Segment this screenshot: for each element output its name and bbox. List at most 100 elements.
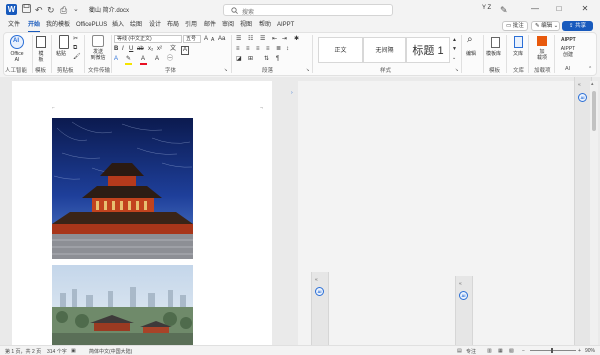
align-right-icon[interactable]: ≡ <box>256 46 260 53</box>
font-color-icon[interactable]: A <box>141 56 145 63</box>
show-marks-icon[interactable]: ¶ <box>276 56 279 63</box>
tab-draw[interactable]: 绘图 <box>130 21 142 30</box>
tab-home[interactable]: 开始 <box>28 21 41 32</box>
enclose-characters-icon[interactable]: ㊀ <box>167 56 173 63</box>
tab-mailings[interactable]: 邮件 <box>204 21 216 30</box>
customize-toolbar-icon[interactable]: ⌄ <box>73 4 79 16</box>
multilevel-list-icon[interactable]: ☰ <box>260 36 265 43</box>
search-input[interactable]: 搜索 <box>223 4 393 16</box>
read-mode-icon[interactable]: ▥ <box>487 348 492 354</box>
paragraph-dialog-launcher-icon[interactable]: ↘ <box>306 66 309 73</box>
template-icon[interactable] <box>36 36 46 48</box>
shrink-font-icon[interactable]: A <box>211 37 214 44</box>
styles-dialog-launcher-icon[interactable]: ↘ <box>455 66 458 73</box>
tab-layout[interactable]: 布局 <box>167 21 179 30</box>
tab-officeplus[interactable]: OfficePLUS <box>76 21 107 30</box>
zoom-in-icon[interactable]: + <box>578 348 581 354</box>
aippt-button-label[interactable]: AIPPT 创建 <box>558 46 578 58</box>
justify-icon[interactable]: ≡ <box>266 46 270 53</box>
increase-indent-icon[interactable]: ⇥ <box>282 36 287 43</box>
ai-assistant-icon[interactable]: AI <box>315 287 324 296</box>
italic-icon[interactable]: I <box>122 46 124 53</box>
close-button[interactable]: ✕ <box>578 2 592 16</box>
save-icon[interactable] <box>22 4 31 16</box>
photo-chinese-tower[interactable] <box>52 118 193 259</box>
scrollbar-thumb[interactable] <box>592 91 596 131</box>
grow-font-icon[interactable]: A <box>204 36 208 43</box>
aippt-icon[interactable]: AIPPT <box>561 37 576 44</box>
office-ai-icon[interactable]: AI <box>10 35 24 49</box>
editing-mode-button[interactable]: ✎ 编辑 ⌄ <box>531 21 560 31</box>
web-layout-icon[interactable]: ▧ <box>509 348 514 354</box>
line-spacing-icon[interactable]: ↕ <box>286 46 289 53</box>
focus-mode-button[interactable]: 专注 <box>466 348 476 355</box>
numbering-icon[interactable]: ☷ <box>248 36 253 43</box>
wechat-transfer-icon[interactable] <box>92 35 104 47</box>
collapse-icon[interactable]: « <box>315 277 318 283</box>
find-icon[interactable]: ⌕ <box>467 35 473 45</box>
wechat-transfer-button-label[interactable]: 发送 到微信 <box>89 49 107 61</box>
ai-assistant-icon[interactable]: AI <box>459 291 468 300</box>
cut-icon[interactable]: ✂ <box>73 36 78 43</box>
document-library-icon[interactable] <box>514 36 523 48</box>
highlight-icon[interactable]: ✎ <box>126 56 131 63</box>
template-button-label[interactable]: 模 板 <box>36 51 46 63</box>
text-effects-icon[interactable]: A <box>114 56 118 63</box>
tab-my-templates[interactable]: 我的模板 <box>46 21 70 30</box>
expand-pane-icon[interactable]: › <box>291 90 293 97</box>
document-library-button-label[interactable]: 文库 <box>513 50 523 57</box>
tab-file[interactable]: 文件 <box>8 21 20 30</box>
phonetic-guide-icon[interactable]: 文 <box>170 46 176 53</box>
change-case-icon[interactable]: Aa <box>218 36 225 43</box>
bullets-icon[interactable]: ☰ <box>236 36 241 43</box>
style-no-spacing[interactable]: 无间隔 <box>363 37 406 63</box>
style-normal[interactable]: 正文 <box>318 37 363 63</box>
page-count-status[interactable]: 第 1 页，共 2 页 <box>5 348 41 355</box>
template-library-button-label[interactable]: 模板库 <box>486 50 501 57</box>
font-name-select[interactable]: 等线 (中文正文) <box>114 35 182 43</box>
tab-view[interactable]: 视图 <box>240 21 252 30</box>
comment-button[interactable]: ▭ 批注 <box>502 21 528 31</box>
chinese-layout-icon[interactable]: ✱ <box>294 36 299 43</box>
pen-icon[interactable]: ✎ <box>500 4 508 16</box>
distributed-icon[interactable]: ≣ <box>276 46 281 53</box>
align-center-icon[interactable]: ≡ <box>246 46 250 53</box>
share-button[interactable]: ⇪ 共享 <box>562 21 593 31</box>
paste-icon[interactable] <box>59 35 69 49</box>
redo-icon[interactable]: ↻ <box>47 4 55 16</box>
align-left-icon[interactable]: ≡ <box>236 46 240 53</box>
proofing-icon[interactable]: ▣ <box>71 348 76 354</box>
document-title[interactable]: 衢山 简介.docx <box>89 5 129 14</box>
zoom-slider[interactable] <box>530 350 576 351</box>
undo-icon[interactable]: ↶ <box>35 4 43 16</box>
zoom-level[interactable]: 90% <box>585 348 595 354</box>
zoom-out-icon[interactable]: − <box>522 348 525 354</box>
print-layout-icon[interactable]: ▦ <box>498 348 503 354</box>
borders-icon[interactable]: ⊞ <box>248 56 253 63</box>
character-shading-icon[interactable]: A <box>155 56 159 63</box>
document-page[interactable]: ⌐ ¬ <box>12 81 272 345</box>
superscript-icon[interactable]: x² <box>157 46 162 53</box>
font-size-select[interactable]: 五号 <box>183 35 201 43</box>
format-painter-icon[interactable]: 🖌 <box>73 54 81 61</box>
styles-scroll-up-icon[interactable]: ▲ <box>452 37 457 44</box>
zoom-slider-handle[interactable] <box>551 348 553 353</box>
copy-icon[interactable]: ⧉ <box>73 45 77 52</box>
underline-icon[interactable]: U <box>129 46 133 53</box>
focus-icon[interactable]: ▤ <box>457 348 462 354</box>
ai-assistant-icon[interactable]: AI <box>578 93 587 102</box>
shading-icon[interactable]: ◪ <box>236 56 242 63</box>
maximize-button[interactable]: □ <box>552 2 566 16</box>
character-border-icon[interactable]: A <box>181 46 190 55</box>
sort-icon[interactable]: ⇅ <box>264 56 269 63</box>
styles-scroll-down-icon[interactable]: ▼ <box>452 46 457 53</box>
tab-help[interactable]: 帮助 <box>259 21 271 30</box>
paste-button-label[interactable]: 粘贴 <box>56 50 66 57</box>
collapse-icon[interactable]: « <box>578 82 581 88</box>
print-icon[interactable]: ⎙ <box>60 4 67 16</box>
add-ins-button-label[interactable]: 加 载项 <box>536 49 548 61</box>
photo-city-aerial[interactable] <box>52 265 193 345</box>
subscript-icon[interactable]: x₂ <box>148 46 153 53</box>
language-status[interactable]: 简体中文(中国大陆) <box>89 348 132 355</box>
collapse-ribbon-icon[interactable]: ⌃ <box>588 66 592 73</box>
